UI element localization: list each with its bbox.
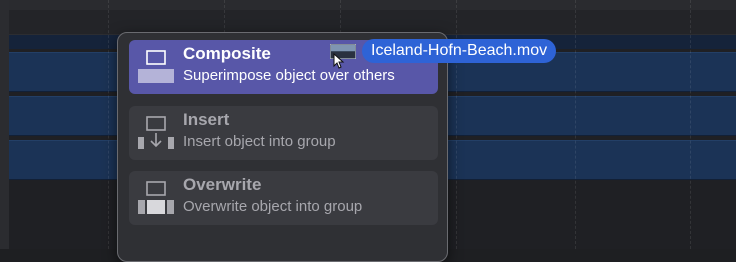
composite-icon (138, 50, 174, 83)
option-title: Composite (183, 44, 271, 63)
drop-options-popover: Composite Superimpose object over others… (117, 32, 448, 262)
option-subtitle: Insert object into group (183, 133, 336, 150)
timeline-gridline (690, 0, 692, 249)
overwrite-icon (138, 181, 174, 214)
dragged-filename: Iceland-Hofn-Beach.mov (362, 39, 557, 63)
timeline-gridline (575, 0, 577, 249)
timeline-gridline (456, 0, 458, 249)
option-subtitle: Overwrite object into group (183, 198, 363, 215)
insert-option[interactable]: Insert Insert object into group (129, 106, 438, 160)
insert-icon (138, 116, 174, 149)
overwrite-option[interactable]: Overwrite Overwrite object into group (129, 171, 438, 225)
option-subtitle: Superimpose object over others (183, 67, 395, 84)
option-title: Overwrite (183, 175, 262, 194)
option-title: Insert (183, 110, 230, 129)
timeline-left-edge (0, 0, 9, 249)
timeline-top-strip (0, 0, 736, 10)
drag-copy-cursor-icon (333, 53, 345, 69)
timeline-gridline (108, 0, 110, 249)
